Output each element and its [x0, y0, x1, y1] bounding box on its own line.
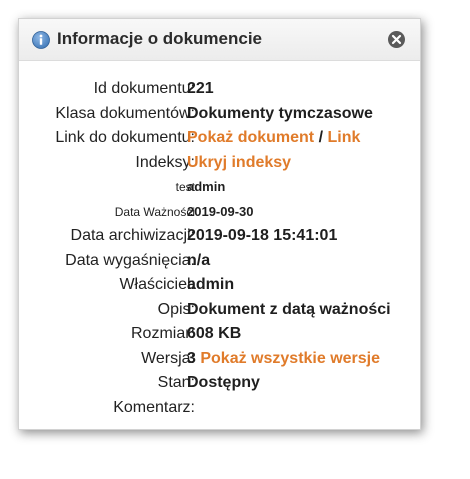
row-data-waznosci: Data Ważności 2019-09-30 — [19, 200, 420, 225]
row-stan: Stan: Dostępny — [19, 371, 420, 396]
link-separator: / — [318, 129, 324, 146]
test-value: admin — [187, 179, 226, 194]
row-opis: Opis: Dokument z datą ważności — [19, 298, 420, 323]
row-id: Id dokumentu: 221 — [19, 77, 420, 102]
info-icon — [32, 31, 50, 49]
link-label: Link do dokumentu: — [55, 129, 195, 146]
klasa-value: Dokumenty tymczasowe — [187, 104, 373, 122]
stan-value: Dostępny — [187, 374, 260, 391]
row-klasa: Klasa dokumentów: Dokumenty tymczasowe — [19, 102, 420, 127]
id-label: Id dokumentu: — [93, 80, 195, 97]
indeksy-value: Ukryj indeksy — [187, 151, 291, 175]
wersja-value: 3 Pokaż wszystkie wersje — [187, 347, 380, 371]
id-value: 221 — [187, 80, 214, 97]
hide-indexes-link[interactable]: Ukryj indeksy — [187, 154, 291, 171]
row-wlasciciel: Właściciel: admin — [19, 273, 420, 298]
data-archiwizacji-label: Data archiwizacji: — [70, 227, 195, 244]
data-archiwizacji-value: 2019-09-18 15:41:01 — [187, 227, 338, 244]
document-info-dialog: Informacje o dokumencie Id dokumentu: 22… — [18, 18, 421, 430]
row-komentarz: Komentarz: — [19, 396, 420, 421]
row-test: test admin — [19, 175, 420, 200]
data-wygasniecia-label: Data wygaśnięcia: — [65, 251, 195, 269]
dialog-header: Informacje o dokumencie — [19, 19, 420, 61]
komentarz-label: Komentarz: — [113, 398, 195, 416]
row-data-wygasniecia: Data wygaśnięcia: n/a — [19, 249, 420, 274]
show-all-versions-link[interactable]: Pokaż wszystkie wersje — [200, 350, 380, 367]
document-link[interactable]: Link — [328, 129, 361, 146]
wlasciciel-value: admin — [187, 276, 235, 293]
version-number: 3 — [187, 349, 196, 367]
data-waznosci-value: 2019-09-30 — [187, 203, 254, 219]
opis-value: Dokument z datą ważności — [187, 300, 391, 318]
row-link: Link do dokumentu: Pokaż dokument / Link — [19, 126, 420, 151]
rozmiar-label: Rozmiar: — [130, 325, 195, 342]
link-value: Pokaż dokument / Link — [187, 126, 360, 150]
row-rozmiar: Rozmiar: 608 KB — [19, 322, 420, 347]
show-document-link[interactable]: Pokaż dokument — [187, 129, 314, 146]
wlasciciel-label: Właściciel: — [119, 276, 195, 293]
row-wersja: Wersja: 3 Pokaż wszystkie wersje — [19, 347, 420, 372]
row-data-archiwizacji: Data archiwizacji: 2019-09-18 15:41:01 — [19, 224, 420, 249]
data-wygasniecia-value: n/a — [187, 251, 211, 269]
klasa-label: Klasa dokumentów: — [55, 104, 195, 122]
rozmiar-value: 608 KB — [187, 325, 242, 342]
field-list: Id dokumentu: 221 Klasa dokumentów: Doku… — [19, 77, 420, 420]
row-indeksy: Indeksy: Ukryj indeksy — [19, 151, 420, 176]
close-icon[interactable] — [387, 30, 406, 49]
dialog-title: Informacje o dokumencie — [57, 29, 262, 48]
data-waznosci-label: Data Ważności — [114, 204, 195, 219]
